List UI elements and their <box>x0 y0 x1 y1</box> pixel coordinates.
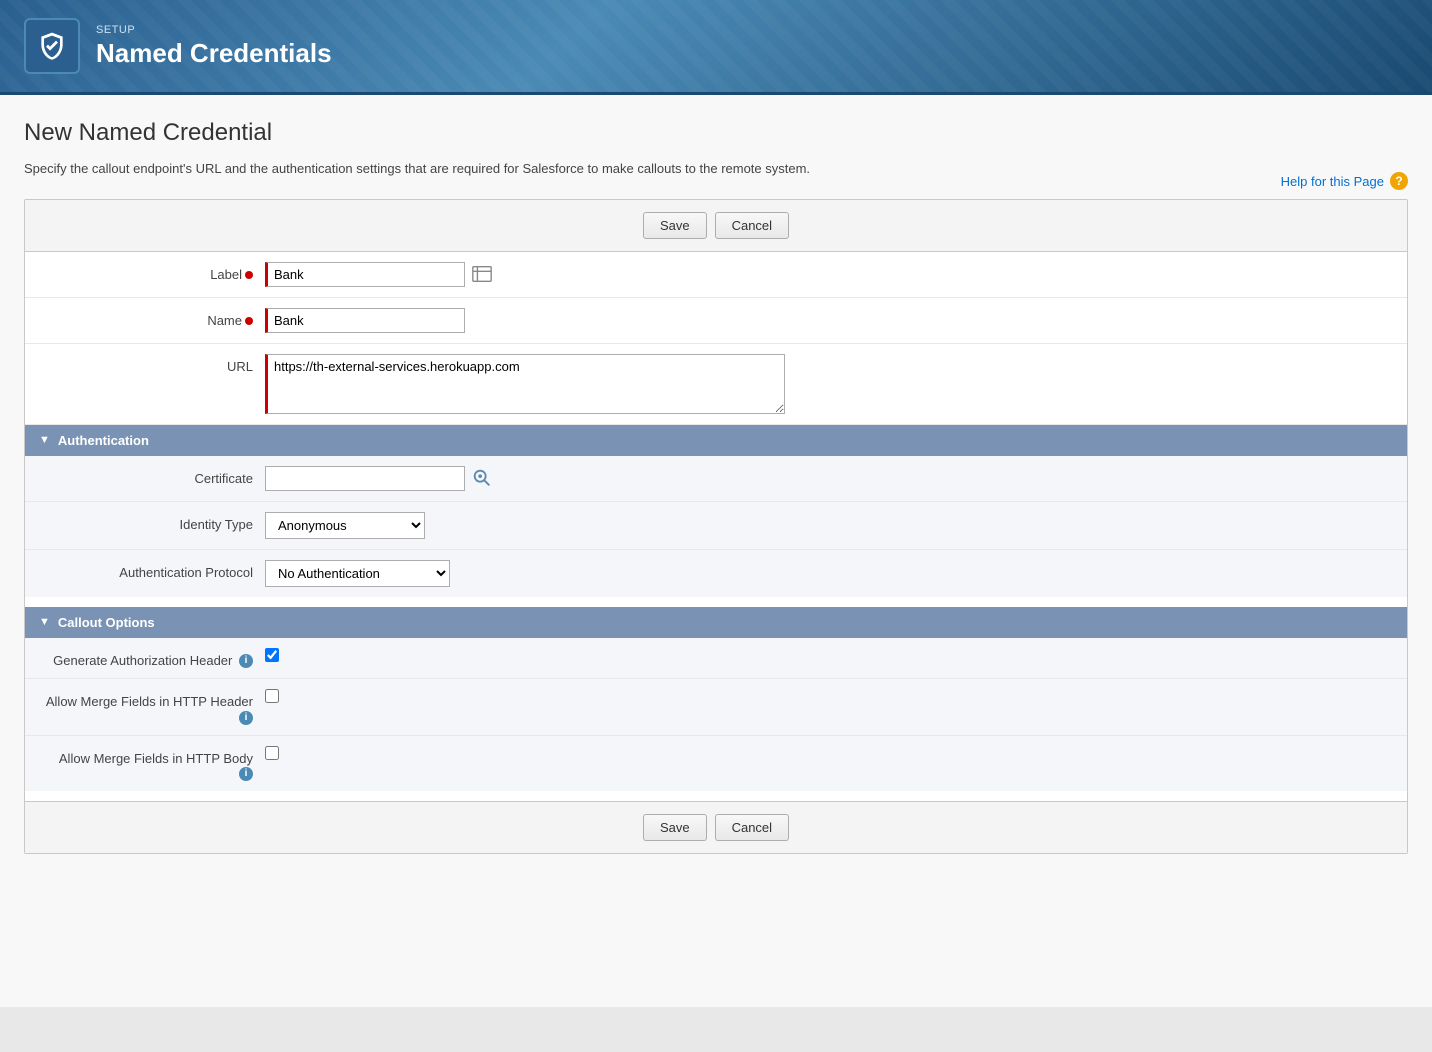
header-icon-box <box>24 18 80 74</box>
form-container: Save Cancel Label <box>24 199 1408 855</box>
identity-type-select[interactable]: Named Principal Per User Anonymous <box>265 512 425 539</box>
callout-section-title: Callout Options <box>58 615 155 630</box>
gen-auth-info-icon: i <box>239 654 253 668</box>
cancel-button-bottom[interactable]: Cancel <box>715 814 789 841</box>
callout-section-content: Generate Authorization Header i Allow Me… <box>25 638 1407 792</box>
allow-merge-body-info-icon: i <box>239 767 253 781</box>
identity-type-row: Identity Type Named Principal Per User A… <box>25 502 1407 550</box>
cancel-button-top[interactable]: Cancel <box>715 212 789 239</box>
page-description: Specify the callout endpoint's URL and t… <box>24 159 1408 179</box>
save-button-top[interactable]: Save <box>643 212 707 239</box>
callout-section: ▼ Callout Options Generate Authorization… <box>25 607 1407 792</box>
help-link[interactable]: Help for this Page <box>1281 174 1384 189</box>
label-lookup-icon[interactable] <box>471 263 493 285</box>
certificate-lookup-icon[interactable] <box>471 467 493 489</box>
gen-auth-header-field <box>265 648 1387 662</box>
allow-merge-body-label: Allow Merge Fields in HTTP Body i <box>45 746 265 782</box>
url-field-label: URL <box>45 354 265 374</box>
identity-type-field-container: Named Principal Per User Anonymous <box>265 512 1387 539</box>
header-text-group: SETUP Named Credentials <box>96 24 332 69</box>
help-link-container[interactable]: Help for this Page ? <box>1281 172 1408 190</box>
gen-auth-header-checkbox[interactable] <box>265 648 279 662</box>
allow-merge-header-row: Allow Merge Fields in HTTP Header i <box>25 679 1407 736</box>
required-indicator <box>245 271 253 279</box>
callout-chevron-icon: ▼ <box>39 616 50 628</box>
name-field-label: Name <box>45 308 265 328</box>
main-content: Help for this Page ? New Named Credentia… <box>0 95 1432 1007</box>
authentication-section-content: Certificate <box>25 456 1407 597</box>
top-header: SETUP Named Credentials <box>0 0 1432 95</box>
name-field-container <box>265 308 1387 333</box>
top-button-bar: Save Cancel <box>25 200 1407 252</box>
shield-icon <box>36 30 68 62</box>
label-field-label: Label <box>45 262 265 282</box>
name-input[interactable] <box>265 308 465 333</box>
help-icon: ? <box>1390 172 1408 190</box>
setup-label: SETUP <box>96 24 332 36</box>
allow-merge-header-label: Allow Merge Fields in HTTP Header i <box>45 689 265 725</box>
certificate-label: Certificate <box>45 466 265 486</box>
auth-protocol-row: Authentication Protocol No Authenticatio… <box>25 550 1407 597</box>
allow-merge-body-row: Allow Merge Fields in HTTP Body i <box>25 736 1407 792</box>
form-body: Label <box>25 252 1407 792</box>
header-title: Named Credentials <box>96 38 332 69</box>
certificate-field-container <box>265 466 1387 491</box>
certificate-input[interactable] <box>265 466 465 491</box>
certificate-row: Certificate <box>25 456 1407 502</box>
name-required-indicator <box>245 317 253 325</box>
allow-merge-body-field <box>265 746 1387 760</box>
bottom-button-bar: Save Cancel <box>25 801 1407 853</box>
allow-merge-header-checkbox[interactable] <box>265 689 279 703</box>
label-field-container <box>265 262 1387 287</box>
label-row: Label <box>25 252 1407 298</box>
auth-protocol-field-container: No Authentication Password OAuth 2.0 JWT… <box>265 560 1387 587</box>
authentication-section-header[interactable]: ▼ Authentication <box>25 425 1407 456</box>
allow-merge-body-checkbox[interactable] <box>265 746 279 760</box>
url-field-container: https://th-external-services.herokuapp.c… <box>265 354 1387 414</box>
name-row: Name <box>25 298 1407 344</box>
url-row: URL https://th-external-services.herokua… <box>25 344 1407 425</box>
identity-type-label: Identity Type <box>45 512 265 532</box>
page-title: New Named Credential <box>24 119 1408 147</box>
auth-protocol-label: Authentication Protocol <box>45 560 265 580</box>
allow-merge-header-field <box>265 689 1387 703</box>
allow-merge-header-info-icon: i <box>239 711 253 725</box>
label-input[interactable] <box>265 262 465 287</box>
callout-section-header[interactable]: ▼ Callout Options <box>25 607 1407 638</box>
save-button-bottom[interactable]: Save <box>643 814 707 841</box>
url-textarea[interactable]: https://th-external-services.herokuapp.c… <box>265 354 785 414</box>
gen-auth-header-row: Generate Authorization Header i <box>25 638 1407 680</box>
gen-auth-header-label: Generate Authorization Header i <box>45 648 265 669</box>
auth-protocol-select[interactable]: No Authentication Password OAuth 2.0 JWT… <box>265 560 450 587</box>
auth-chevron-icon: ▼ <box>39 434 50 446</box>
auth-section-title: Authentication <box>58 433 149 448</box>
